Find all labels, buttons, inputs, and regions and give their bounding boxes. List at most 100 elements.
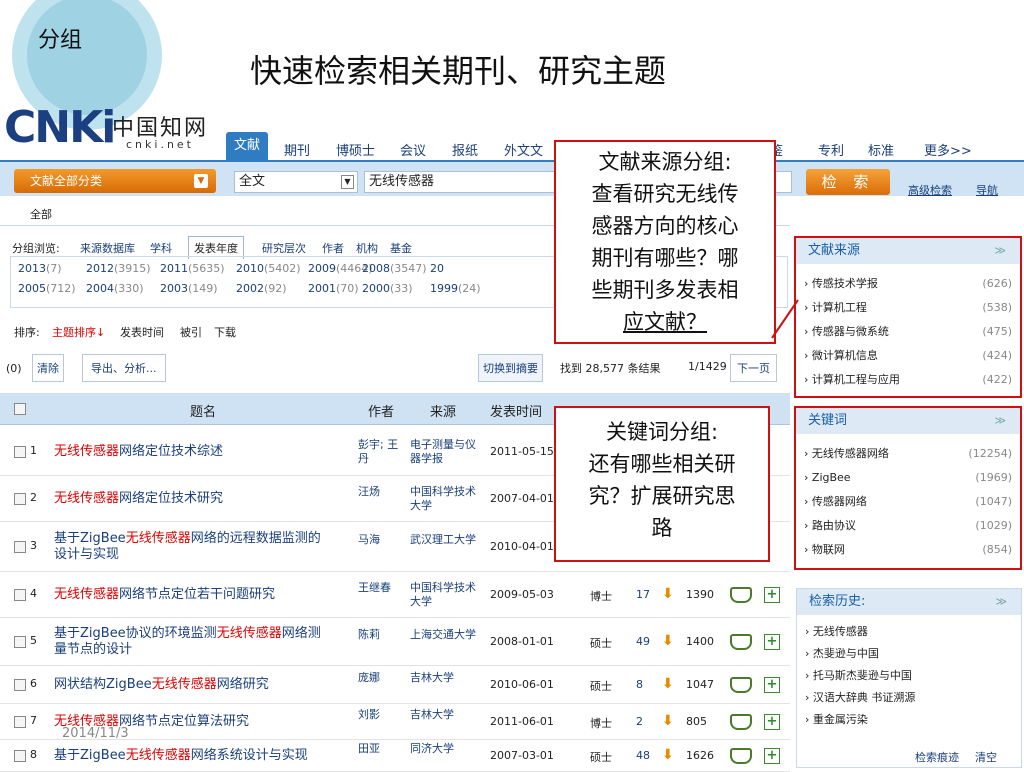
group-level[interactable]: 研究层次 xyxy=(262,240,306,256)
keyword-item[interactable]: › 无线传感器网络 (12254) xyxy=(796,442,1020,466)
download-icon[interactable]: ⬇ xyxy=(662,676,674,692)
add-icon[interactable]: + xyxy=(764,587,780,603)
tab-thesis[interactable]: 博硕士 xyxy=(336,140,375,159)
advanced-search-link[interactable]: 高级检索 xyxy=(908,182,952,198)
col-author[interactable]: 作者 xyxy=(368,401,394,420)
tab-patent[interactable]: 专利 xyxy=(818,140,844,159)
row-checkbox[interactable] xyxy=(14,446,26,458)
year-link[interactable]: 1999(24) xyxy=(430,282,481,295)
col-title[interactable]: 题名 xyxy=(190,401,216,420)
year-link[interactable]: 2003(149) xyxy=(160,282,218,295)
group-subject[interactable]: 学科 xyxy=(150,240,172,256)
export-button[interactable]: 导出、分析... xyxy=(82,354,166,382)
source-item[interactable]: › 计算机工程 (538) xyxy=(796,296,1020,320)
source-item[interactable]: › 传感技术学报 (626) xyxy=(796,272,1020,296)
history-item[interactable]: › 托马斯杰斐逊与中国 xyxy=(797,665,1021,687)
add-icon[interactable]: + xyxy=(764,677,780,693)
year-link[interactable]: 20 xyxy=(430,262,444,275)
source-item[interactable]: › 传感器与微系统 (475) xyxy=(796,320,1020,344)
category-select[interactable]: 文献全部分类 ▼ xyxy=(14,169,216,193)
keyword-item[interactable]: › 传感器网络 (1047) xyxy=(796,490,1020,514)
switch-abstract-button[interactable]: 切换到摘要 xyxy=(478,354,543,382)
history-item[interactable]: › 汉语大辞典 书证溯源 xyxy=(797,687,1021,709)
result-source[interactable]: 吉林大学 xyxy=(410,671,476,685)
result-author[interactable]: 陈莉 xyxy=(358,628,406,642)
year-link[interactable]: 2001(70) xyxy=(308,282,359,295)
result-cited[interactable]: 8 xyxy=(636,678,643,691)
nav-link[interactable]: 导航 xyxy=(976,182,998,198)
row-checkbox[interactable] xyxy=(14,541,26,553)
history-item[interactable]: › 杰斐逊与中国 xyxy=(797,643,1021,665)
result-author[interactable]: 王继春 xyxy=(358,581,406,595)
read-book-icon[interactable] xyxy=(730,634,752,650)
row-checkbox[interactable] xyxy=(14,589,26,601)
year-link[interactable]: 2010(5402) xyxy=(236,262,301,275)
result-cited[interactable]: 48 xyxy=(636,749,650,762)
tab-journal[interactable]: 期刊 xyxy=(284,140,310,159)
tab-foreign[interactable]: 外文文 xyxy=(504,140,543,159)
result-source[interactable]: 电子测量与仪器学报 xyxy=(410,438,476,466)
group-fund[interactable]: 基金 xyxy=(390,240,412,256)
read-book-icon[interactable] xyxy=(730,587,752,603)
col-source[interactable]: 来源 xyxy=(430,401,456,420)
add-icon[interactable]: + xyxy=(764,714,780,730)
collapse-icon[interactable]: ≫ xyxy=(994,238,1006,264)
result-cited[interactable]: 49 xyxy=(636,635,650,648)
result-source[interactable]: 同济大学 xyxy=(410,742,476,756)
history-header[interactable]: 检索历史: ≫ xyxy=(797,589,1021,615)
result-author[interactable]: 彭宇; 王丹 xyxy=(358,438,406,466)
tab-standard[interactable]: 标准 xyxy=(868,140,894,159)
keyword-item[interactable]: › 物联网 (854) xyxy=(796,538,1020,562)
source-item[interactable]: › 微计算机信息 (424) xyxy=(796,344,1020,368)
add-icon[interactable]: + xyxy=(764,748,780,764)
result-cited[interactable]: 2 xyxy=(636,715,643,728)
year-link[interactable]: 2004(330) xyxy=(86,282,144,295)
tab-more[interactable]: 更多>> xyxy=(924,140,972,159)
result-author[interactable]: 庞娜 xyxy=(358,671,406,685)
next-page-button[interactable]: 下一页 xyxy=(730,354,777,382)
year-link[interactable]: 2000(33) xyxy=(362,282,413,295)
result-source[interactable]: 上海交通大学 xyxy=(410,628,476,642)
year-link[interactable]: 2013(7) xyxy=(18,262,62,275)
result-title[interactable]: 基于ZigBee无线传感器网络的远程数据监测的 设计与实现 xyxy=(54,531,354,563)
collapse-icon[interactable]: ≫ xyxy=(995,589,1007,615)
sort-topic[interactable]: 主题排序↓ xyxy=(52,324,105,340)
result-author[interactable]: 汪炀 xyxy=(358,485,406,499)
keyword-item[interactable]: › 路由协议 (1029) xyxy=(796,514,1020,538)
result-author[interactable]: 田亚 xyxy=(358,742,406,756)
cnki-logo[interactable]: CNKi 中国知网 cnki.net xyxy=(4,102,219,160)
year-link[interactable]: 2011(5635) xyxy=(160,262,225,275)
group-author[interactable]: 作者 xyxy=(322,240,344,256)
col-date[interactable]: 发表时间 xyxy=(490,401,542,420)
result-source[interactable]: 武汉理工大学 xyxy=(410,533,476,547)
result-source[interactable]: 中国科学技术大学 xyxy=(410,581,476,609)
row-checkbox[interactable] xyxy=(14,679,26,691)
read-book-icon[interactable] xyxy=(730,714,752,730)
row-checkbox[interactable] xyxy=(14,716,26,728)
sort-cited[interactable]: 被引 xyxy=(180,324,202,340)
search-button[interactable]: 检 索 xyxy=(806,169,890,195)
field-select[interactable]: 全文 ▼ xyxy=(234,171,358,193)
download-icon[interactable]: ⬇ xyxy=(662,713,674,729)
history-item[interactable]: › 重金属污染 xyxy=(797,709,1021,731)
result-source[interactable]: 吉林大学 xyxy=(410,708,476,722)
result-title[interactable]: 网状结构ZigBee无线传感器网络研究 xyxy=(54,677,354,693)
keyword-item[interactable]: › ZigBee (1969) xyxy=(796,466,1020,490)
keyword-group-header[interactable]: 关键词 ≫ xyxy=(796,408,1020,434)
row-checkbox[interactable] xyxy=(14,750,26,762)
result-title[interactable]: 基于ZigBee无线传感器网络系统设计与实现 xyxy=(54,748,354,764)
collapse-icon[interactable]: ≫ xyxy=(994,408,1006,434)
year-link[interactable]: 2008(3547) xyxy=(362,262,427,275)
row-checkbox[interactable] xyxy=(14,636,26,648)
result-cited[interactable]: 17 xyxy=(636,588,650,601)
read-book-icon[interactable] xyxy=(730,677,752,693)
source-item[interactable]: › 计算机工程与应用 (422) xyxy=(796,368,1020,392)
result-author[interactable]: 马海 xyxy=(358,533,406,547)
result-source[interactable]: 中国科学技术大学 xyxy=(410,485,476,513)
read-book-icon[interactable] xyxy=(730,748,752,764)
result-title[interactable]: 基于ZigBee协议的环境监测无线传感器网络测 量节点的设计 xyxy=(54,626,354,658)
all-label[interactable]: 全部 xyxy=(30,206,52,222)
tab-literature[interactable]: 文献 xyxy=(226,132,268,160)
download-icon[interactable]: ⬇ xyxy=(662,633,674,649)
download-icon[interactable]: ⬇ xyxy=(662,586,674,602)
